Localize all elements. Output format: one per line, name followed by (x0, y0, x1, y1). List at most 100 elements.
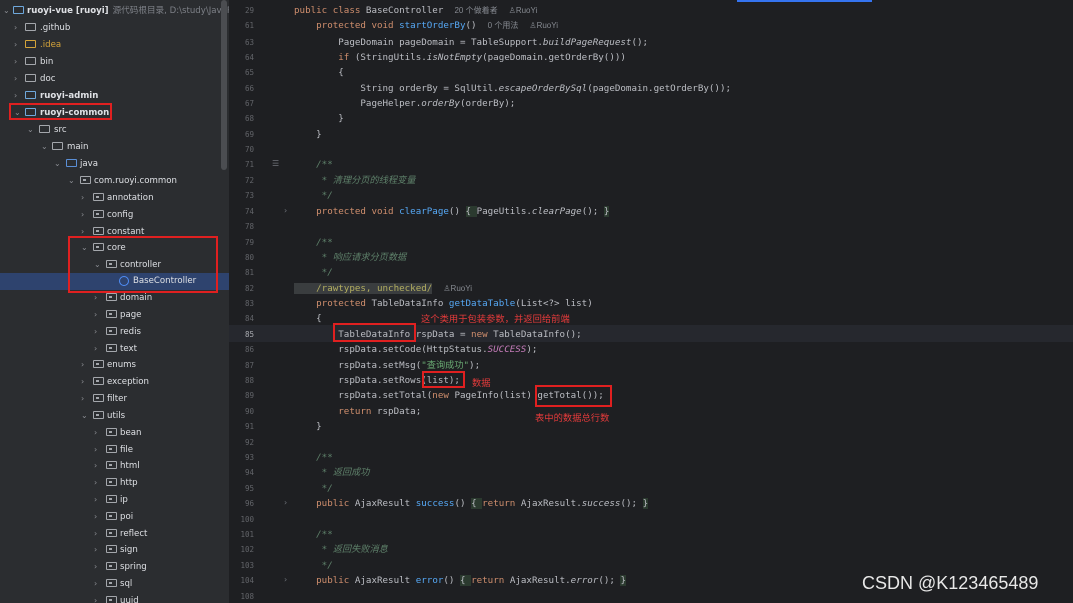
code-token: BaseController (365, 5, 444, 16)
package-icon (93, 210, 105, 220)
chevron-right-icon[interactable]: › (14, 22, 22, 34)
chevron-right-icon[interactable]: › (81, 209, 89, 221)
folder-icon (25, 57, 37, 67)
chevron-right-icon[interactable]: › (94, 494, 102, 506)
code-line-71: /** (294, 159, 333, 170)
line-number: 72 (244, 176, 254, 185)
chevron-right-icon[interactable]: › (81, 393, 89, 405)
code-token: (pageDomain.getOrderBy()); (587, 83, 732, 94)
code-editor[interactable]: 29 61 63 64 65 66 67 68 69 70 71 72 73 7… (229, 0, 1073, 603)
tree-item-bin[interactable]: › bin (0, 54, 229, 71)
tree-item-reflect[interactable]: › reflect (0, 526, 229, 543)
fold-chevron-icon[interactable]: › (284, 575, 287, 584)
line-number: 64 (244, 53, 254, 62)
tree-item-bean[interactable]: › bean (0, 425, 229, 442)
watermark: CSDN @K123465489 (862, 573, 1039, 593)
code-token[interactable]: { (460, 575, 472, 586)
tree-item-sign[interactable]: › sign (0, 542, 229, 559)
tree-item-html[interactable]: › html (0, 458, 229, 475)
chevron-right-icon[interactable]: › (94, 511, 102, 523)
inlay-hint[interactable]: RuoYi (451, 284, 473, 293)
code-token[interactable]: } (642, 498, 649, 509)
code-token: rspData.setTotal( (294, 390, 433, 401)
code-token[interactable]: } (620, 575, 627, 586)
chevron-right-icon[interactable]: › (81, 359, 89, 371)
tree-root[interactable]: ⌄ ruoyi-vue [ruoyi]源代码根目录, D:\study\Java… (0, 3, 229, 20)
code-token: rspData.setRows( (294, 375, 427, 386)
tree-item-main[interactable]: ⌄ main (0, 139, 229, 156)
highlight-box-list (422, 371, 465, 388)
fold-chevron-icon[interactable]: › (284, 206, 287, 215)
tree-item-doc[interactable]: › doc (0, 71, 229, 88)
inlay-hint[interactable]: 20 个做着者 (454, 6, 497, 15)
code-token[interactable]: { (465, 206, 477, 217)
tree-item-src[interactable]: ⌄ src (0, 122, 229, 139)
tree-item-http[interactable]: › http (0, 475, 229, 492)
code-token: ); (526, 344, 538, 355)
chevron-right-icon[interactable]: › (94, 326, 102, 338)
fold-chevron-icon[interactable]: › (284, 498, 287, 507)
package-icon (106, 293, 118, 303)
code-line-79: /** (294, 237, 333, 248)
tree-item-java[interactable]: ⌄ java (0, 156, 229, 173)
tree-item-github[interactable]: › .github (0, 20, 229, 37)
inlay-hint[interactable]: RuoYi (516, 6, 538, 15)
tree-item-config[interactable]: › config (0, 207, 229, 224)
tree-item-poi[interactable]: › poi (0, 509, 229, 526)
chevron-right-icon[interactable]: › (94, 578, 102, 590)
chevron-right-icon[interactable]: › (14, 39, 22, 51)
tree-item-idea[interactable]: › .idea (0, 37, 229, 54)
tree-scrollbar[interactable] (221, 0, 227, 170)
chevron-right-icon[interactable]: › (14, 90, 22, 102)
inlay-hint[interactable]: 0 个用法 (488, 21, 519, 30)
chevron-right-icon[interactable]: › (94, 561, 102, 573)
tree-item-package-root[interactable]: ⌄ com.ruoyi.common (0, 173, 229, 190)
chevron-down-icon[interactable]: ⌄ (81, 410, 89, 422)
chevron-right-icon[interactable]: › (81, 376, 89, 388)
tree-item-sql[interactable]: › sql (0, 576, 229, 593)
chevron-right-icon[interactable]: › (94, 444, 102, 456)
tree-item-page[interactable]: › page (0, 307, 229, 324)
tree-item-text[interactable]: › text (0, 341, 229, 358)
chevron-right-icon[interactable]: › (94, 595, 102, 603)
tree-item-enums[interactable]: › enums (0, 357, 229, 374)
tree-item-annotation[interactable]: › annotation (0, 190, 229, 207)
line-number: 29 (244, 6, 254, 15)
annotation-note-data: 数据 (472, 378, 491, 389)
tree-item-ip[interactable]: › ip (0, 492, 229, 509)
tree-item-uuid[interactable]: › uuid (0, 593, 229, 603)
chevron-right-icon[interactable]: › (94, 544, 102, 556)
code-token[interactable]: } (603, 206, 610, 217)
chevron-right-icon[interactable]: › (94, 309, 102, 321)
chevron-right-icon[interactable]: › (94, 460, 102, 472)
chevron-right-icon[interactable]: › (94, 477, 102, 489)
chevron-right-icon[interactable]: › (94, 292, 102, 304)
code-token[interactable]: /rawtypes, unchecked/ (294, 283, 433, 294)
code-token: (); (631, 37, 649, 48)
chevron-right-icon[interactable]: › (81, 192, 89, 204)
line-number: 69 (244, 130, 254, 139)
line-number: 67 (244, 99, 254, 108)
chevron-right-icon[interactable]: › (14, 73, 22, 85)
chevron-right-icon[interactable]: › (94, 427, 102, 439)
inlay-hint[interactable]: RuoYi (537, 21, 559, 30)
package-icon (106, 562, 118, 572)
code-token: AjaxResult (354, 498, 416, 509)
code-token: TableDataInfo (371, 298, 449, 309)
chevron-right-icon[interactable]: › (94, 343, 102, 355)
tree-item-filter[interactable]: › filter (0, 391, 229, 408)
tree-item-file[interactable]: › file (0, 442, 229, 459)
chevron-right-icon[interactable]: › (14, 56, 22, 68)
tree-item-spring[interactable]: › spring (0, 559, 229, 576)
tree-item-exception[interactable]: › exception (0, 374, 229, 391)
chevron-right-icon[interactable]: › (94, 528, 102, 540)
tree-item-label: redis (120, 327, 141, 337)
tree-item-utils[interactable]: ⌄ utils (0, 408, 229, 425)
chevron-down-icon[interactable]: ⌄ (41, 141, 49, 153)
chevron-down-icon[interactable]: ⌄ (68, 175, 76, 187)
code-token[interactable]: { (471, 498, 483, 509)
chevron-down-icon[interactable]: ⌄ (3, 5, 11, 17)
chevron-down-icon[interactable]: ⌄ (54, 158, 62, 170)
tree-item-redis[interactable]: › redis (0, 324, 229, 341)
chevron-down-icon[interactable]: ⌄ (27, 124, 35, 136)
